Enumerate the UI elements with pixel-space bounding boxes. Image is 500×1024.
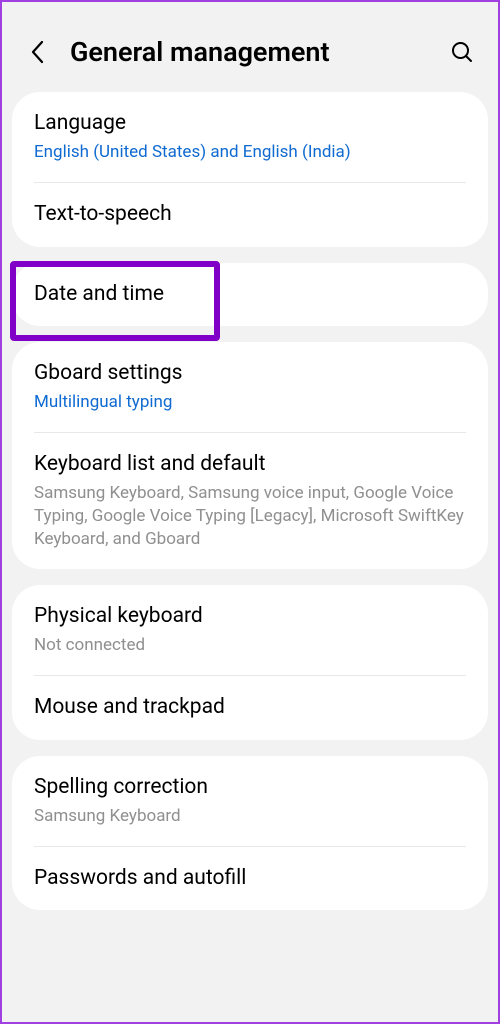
settings-card: Spelling correction Samsung Keyboard Pas… <box>12 756 488 911</box>
item-title: Spelling correction <box>34 774 466 801</box>
item-title: Physical keyboard <box>34 603 466 630</box>
header: General management <box>12 16 488 92</box>
settings-card: Gboard settings Multilingual typing Keyb… <box>12 342 488 569</box>
settings-item-text-to-speech[interactable]: Text-to-speech <box>12 183 488 246</box>
settings-item-passwords-autofill[interactable]: Passwords and autofill <box>12 847 488 910</box>
item-title: Keyboard list and default <box>34 451 466 478</box>
item-subtitle: Samsung Keyboard, Samsung voice input, G… <box>34 482 466 551</box>
item-subtitle: Not connected <box>34 634 466 657</box>
settings-item-physical-keyboard[interactable]: Physical keyboard Not connected <box>12 585 488 675</box>
search-icon[interactable] <box>448 38 476 66</box>
settings-item-keyboard-list[interactable]: Keyboard list and default Samsung Keyboa… <box>12 433 488 569</box>
settings-card: Date and time <box>12 263 488 326</box>
item-title: Mouse and trackpad <box>34 694 466 721</box>
item-title: Language <box>34 110 466 137</box>
item-subtitle: Multilingual typing <box>34 391 466 414</box>
item-title: Date and time <box>34 281 466 308</box>
item-subtitle: Samsung Keyboard <box>34 805 466 828</box>
settings-card: Language English (United States) and Eng… <box>12 92 488 247</box>
settings-card: Physical keyboard Not connected Mouse an… <box>12 585 488 740</box>
item-subtitle: English (United States) and English (Ind… <box>34 141 466 164</box>
settings-item-spelling-correction[interactable]: Spelling correction Samsung Keyboard <box>12 756 488 846</box>
page-title: General management <box>70 36 448 68</box>
settings-item-language[interactable]: Language English (United States) and Eng… <box>12 92 488 182</box>
settings-item-gboard-settings[interactable]: Gboard settings Multilingual typing <box>12 342 488 432</box>
back-icon[interactable] <box>24 38 52 66</box>
settings-item-mouse-trackpad[interactable]: Mouse and trackpad <box>12 676 488 739</box>
item-title: Passwords and autofill <box>34 865 466 892</box>
item-title: Text-to-speech <box>34 201 466 228</box>
item-title: Gboard settings <box>34 360 466 387</box>
settings-item-date-and-time[interactable]: Date and time <box>12 263 488 326</box>
